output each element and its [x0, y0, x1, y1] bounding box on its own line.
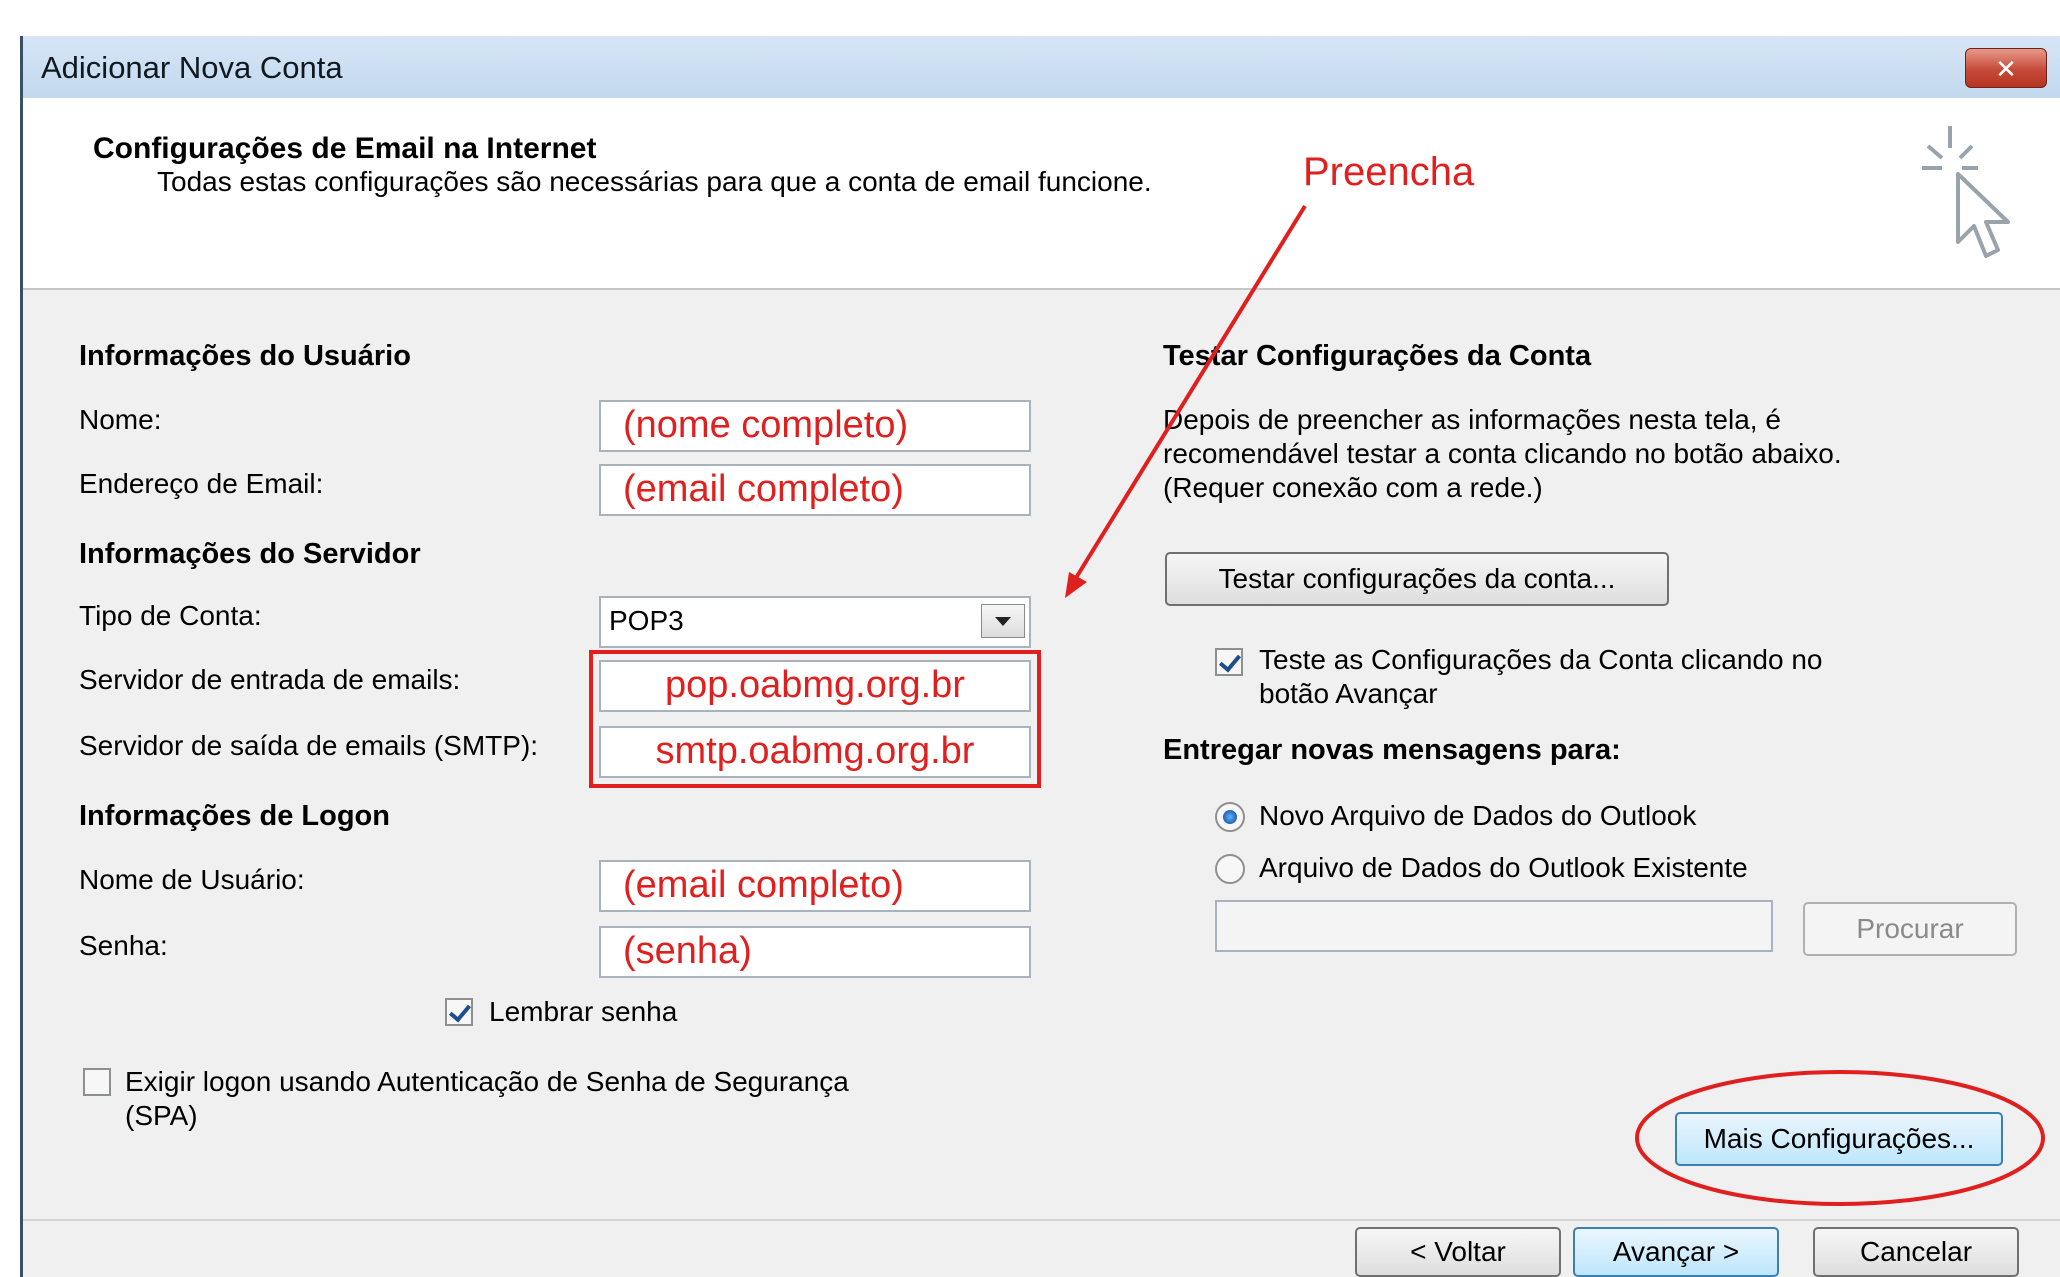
dialog-footer: < Voltar Avançar > Cancelar	[23, 1221, 2060, 1277]
close-button[interactable]: ✕	[1965, 48, 2047, 88]
cancel-button[interactable]: Cancelar	[1813, 1227, 2019, 1277]
logon-info-heading: Informações de Logon	[79, 800, 390, 832]
account-type-select[interactable]: POP3	[599, 596, 1031, 648]
header-title: Configurações de Email na Internet	[93, 132, 597, 165]
spa-label-line1[interactable]: Exigir logon usando Autenticação de Senh…	[125, 1066, 849, 1098]
auto-test-checkbox[interactable]	[1215, 648, 1243, 676]
header-subtitle: Todas estas configurações são necessária…	[157, 166, 1152, 197]
password-label: Senha:	[79, 930, 168, 961]
spa-label-line2[interactable]: (SPA)	[125, 1100, 198, 1132]
title-bar[interactable]: Adicionar Nova Conta ✕	[23, 36, 2060, 98]
dialog-header: Configurações de Email na Internet Todas…	[23, 98, 2060, 290]
new-data-file-label[interactable]: Novo Arquivo de Dados do Outlook	[1259, 800, 1696, 832]
account-type-value: POP3	[609, 605, 684, 636]
password-field[interactable]: (senha)	[599, 926, 1031, 978]
deliver-heading: Entregar novas mensagens para:	[1163, 734, 1621, 766]
remember-password-label[interactable]: Lembrar senha	[489, 996, 677, 1028]
chevron-down-icon[interactable]	[981, 604, 1025, 638]
outgoing-server-label: Servidor de saída de emails (SMTP):	[79, 730, 539, 761]
spa-checkbox[interactable]	[83, 1068, 111, 1096]
back-button[interactable]: < Voltar	[1355, 1227, 1561, 1277]
incoming-server-label: Servidor de entrada de emails:	[79, 664, 461, 695]
dialog-body: Informações do Usuário Nome: (nome compl…	[23, 290, 2060, 1220]
new-data-file-radio[interactable]	[1215, 802, 1245, 832]
highlight-ellipse	[1635, 1070, 2045, 1206]
username-field[interactable]: (email completo)	[599, 860, 1031, 912]
auto-test-label-line1[interactable]: Teste as Configurações da Conta clicando…	[1259, 644, 1822, 676]
auto-test-label-line2[interactable]: botão Avançar	[1259, 678, 1438, 710]
annotation-arrow	[1065, 204, 1307, 598]
name-label: Nome:	[79, 404, 162, 435]
window-title: Adicionar Nova Conta	[41, 50, 343, 85]
existing-data-file-label[interactable]: Arquivo de Dados do Outlook Existente	[1259, 852, 1748, 884]
name-field[interactable]: (nome completo)	[599, 400, 1031, 452]
server-info-heading: Informações do Servidor	[79, 538, 421, 570]
username-label: Nome de Usuário:	[79, 864, 305, 895]
next-button[interactable]: Avançar >	[1573, 1227, 1779, 1277]
existing-data-file-path-input[interactable]	[1215, 900, 1773, 952]
user-info-heading: Informações do Usuário	[79, 340, 411, 372]
add-account-dialog: Adicionar Nova Conta ✕ Configurações de …	[20, 36, 2060, 1277]
email-field[interactable]: (email completo)	[599, 464, 1031, 516]
email-label: Endereço de Email:	[79, 468, 324, 499]
wizard-cursor-icon	[1922, 126, 2010, 258]
highlight-box-servers	[589, 650, 1041, 788]
account-type-label: Tipo de Conta:	[79, 600, 262, 631]
remember-password-checkbox[interactable]	[445, 998, 473, 1026]
browse-button[interactable]: Procurar	[1803, 902, 2017, 956]
existing-data-file-radio[interactable]	[1215, 854, 1245, 884]
